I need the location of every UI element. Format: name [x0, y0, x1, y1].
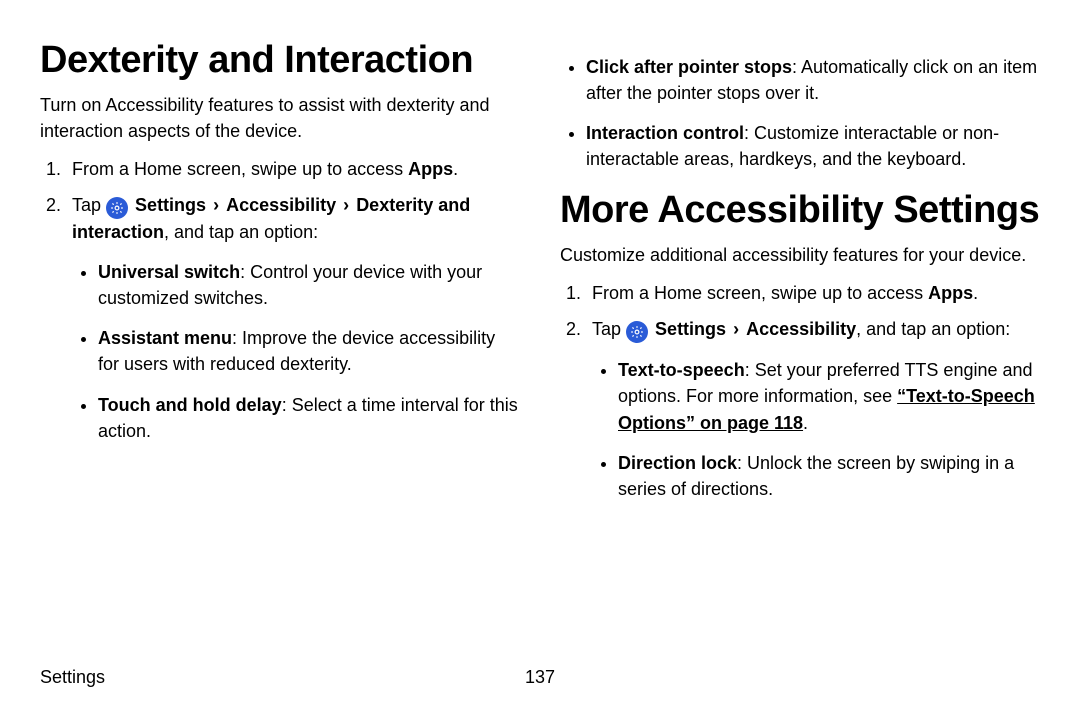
chevron-icon: ›: [733, 319, 739, 339]
step2-more: Tap Settings › Accessibility, and tap an…: [586, 316, 1040, 501]
apps-label: Apps: [408, 159, 453, 179]
settings-icon: [106, 197, 128, 219]
bullet-title: Assistant menu: [98, 328, 232, 348]
bullet-title: Interaction control: [586, 123, 744, 143]
step1-dexterity: From a Home screen, swipe up to access A…: [66, 156, 520, 182]
bullet-universal-switch: Universal switch: Control your device wi…: [98, 259, 520, 311]
intro-dexterity: Turn on Accessibility features to assist…: [40, 92, 520, 144]
accessibility-label: Accessibility: [746, 319, 856, 339]
bullet-assistant-menu: Assistant menu: Improve the device acces…: [98, 325, 520, 377]
page-number: 137: [525, 664, 555, 690]
step1-more: From a Home screen, swipe up to access A…: [586, 280, 1040, 306]
bullet-title: Text-to-speech: [618, 360, 745, 380]
footer-section: Settings: [40, 664, 105, 690]
bullets-more-accessibility: Text-to-speech: Set your preferred TTS e…: [592, 357, 1040, 501]
step1-post: .: [453, 159, 458, 179]
settings-icon: [626, 321, 648, 343]
bullets-dexterity-continued: Click after pointer stops: Automatically…: [560, 54, 1040, 172]
step1-pre: From a Home screen, swipe up to access: [72, 159, 408, 179]
bullets-dexterity: Universal switch: Control your device wi…: [72, 259, 520, 444]
tap-label: Tap: [592, 319, 626, 339]
footer: Settings 137: [40, 654, 1040, 690]
apps-label: Apps: [928, 283, 973, 303]
bullet-title: Direction lock: [618, 453, 737, 473]
footer-spacer: [1035, 664, 1040, 690]
chevron-icon: ›: [343, 195, 349, 215]
settings-label: Settings: [655, 319, 726, 339]
bullet-direction-lock: Direction lock: Unlock the screen by swi…: [618, 450, 1040, 502]
left-column: Dexterity and Interaction Turn on Access…: [40, 40, 520, 654]
bullet-title: Click after pointer stops: [586, 57, 792, 77]
bullet-title: Touch and hold delay: [98, 395, 282, 415]
page: Dexterity and Interaction Turn on Access…: [0, 0, 1080, 720]
step2-dexterity: Tap Settings › Accessibility › Dexterity…: [66, 192, 520, 444]
chevron-icon: ›: [213, 195, 219, 215]
accessibility-label: Accessibility: [226, 195, 336, 215]
tap-label: Tap: [72, 195, 106, 215]
bullet-touch-hold-delay: Touch and hold delay: Select a time inte…: [98, 392, 520, 444]
bullet-click-after-pointer: Click after pointer stops: Automatically…: [586, 54, 1040, 106]
bullet-after: .: [803, 413, 808, 433]
settings-label: Settings: [135, 195, 206, 215]
bullet-title: Universal switch: [98, 262, 240, 282]
steps-dexterity: From a Home screen, swipe up to access A…: [40, 156, 520, 444]
columns: Dexterity and Interaction Turn on Access…: [40, 40, 1040, 654]
heading-dexterity: Dexterity and Interaction: [40, 40, 520, 82]
steps-more-accessibility: From a Home screen, swipe up to access A…: [560, 280, 1040, 502]
step2-post: , and tap an option:: [856, 319, 1010, 339]
right-column: Click after pointer stops: Automatically…: [560, 40, 1040, 654]
heading-more-accessibility: More Accessibility Settings: [560, 190, 1040, 232]
bullet-text-to-speech: Text-to-speech: Set your preferred TTS e…: [618, 357, 1040, 435]
step1-post: .: [973, 283, 978, 303]
bullet-interaction-control: Interaction control: Customize interacta…: [586, 120, 1040, 172]
step1-pre: From a Home screen, swipe up to access: [592, 283, 928, 303]
step2-post: , and tap an option:: [164, 222, 318, 242]
intro-more-accessibility: Customize additional accessibility featu…: [560, 242, 1040, 268]
